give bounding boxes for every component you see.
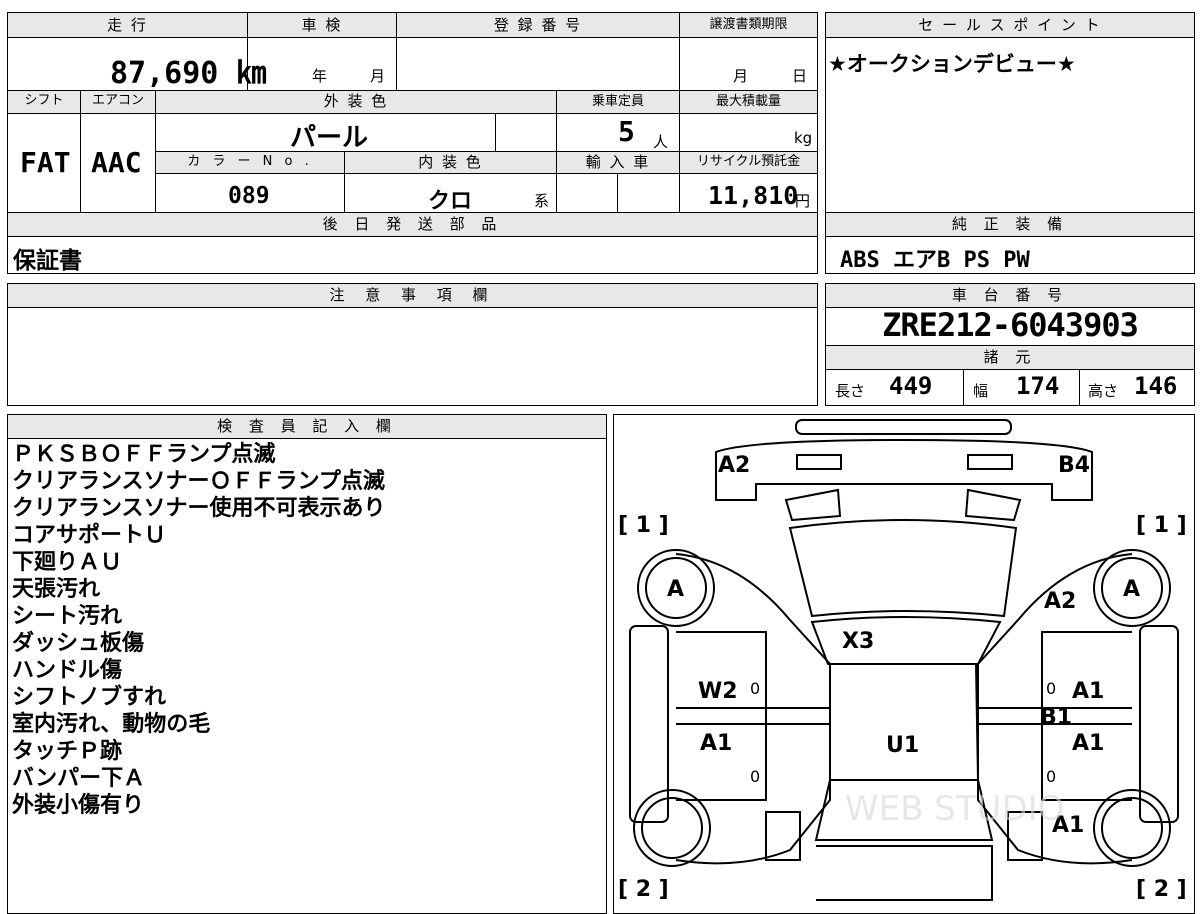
list-item: ダッシュ板傷 (12, 631, 145, 656)
equipment-label: 純 正 装 備 (951, 215, 1069, 233)
mark-roof: U1 (886, 733, 919, 758)
shift-label: シフト (24, 93, 64, 108)
length-value: 449 (889, 372, 933, 400)
inspection-month-unit: 月 (370, 67, 386, 85)
list-item: 外装小傷有り (12, 793, 145, 818)
list-item: バンパー下Ａ (12, 766, 146, 791)
length-label: 長さ (835, 382, 866, 400)
inspection-year-unit: 年 (312, 67, 328, 85)
capacity-value: 5 (618, 115, 635, 148)
sales-point-label: セ ー ル ス ポ イ ン ト (918, 16, 1102, 34)
color-no-label: カ ラ ー N o . (187, 154, 313, 169)
registration-label: 登 録 番 号 (493, 16, 583, 34)
mark-door-rear-left: A1 (700, 731, 732, 756)
height-label: 高さ (1088, 382, 1119, 400)
width-label: 幅 (973, 382, 989, 400)
later-parts-label: 後 日 発 送 部 品 (322, 215, 503, 233)
recycle-label: リサイクル預託金 (696, 154, 801, 169)
recycle-fee-value: 11,810 (708, 181, 799, 210)
mark-windshield: X3 (842, 629, 874, 654)
interior-color-value: クロ (428, 189, 473, 214)
list-item: 天張汚れ (12, 577, 101, 602)
mileage-label: 走 行 (107, 16, 148, 34)
list-item: タッチＰ跡 (12, 739, 123, 764)
list-item: 室内汚れ、動物の毛 (12, 712, 211, 737)
inspector-label: 検 査 員 記 入 欄 (217, 417, 397, 435)
max-load-unit: kg (794, 129, 813, 147)
transfer-day-unit: 日 (792, 67, 808, 85)
mark-wheel-front-right: A (1123, 577, 1140, 602)
exterior-color-label: 外 装 色 (323, 92, 389, 110)
import-label: 輸 入 車 (585, 153, 651, 171)
aircon-value: AAC (91, 146, 142, 179)
sales-point-value: ★オークションデビュー★ (828, 52, 1076, 76)
caution-label: 注 意 事 項 欄 (329, 286, 496, 304)
mark-front-right: B4 (1058, 453, 1090, 478)
mark-door-rear-right: A1 (1072, 731, 1104, 756)
recycle-unit: 円 (795, 192, 811, 210)
later-parts-value: 保証書 (13, 248, 82, 274)
height-value: 146 (1134, 372, 1178, 400)
bracket-front-right: [ 1 ] (1136, 513, 1187, 538)
inspector-notes-list: ＰＫＳＢＯＦＦランプ点滅 クリアランスソナーＯＦＦランプ点滅 クリアランスソナー… (12, 441, 386, 819)
count-door-front-right: 0 (1046, 679, 1056, 698)
chassis-label: 車 台 番 号 (951, 286, 1069, 304)
specs-label: 諸 元 (983, 348, 1037, 366)
interior-color-label: 内 装 色 (418, 153, 483, 171)
chassis-number: ZRE212-6043903 (882, 306, 1139, 344)
bracket-rear-left: [ 2 ] (618, 877, 669, 901)
list-item: ハンドル傷 (12, 658, 123, 683)
interior-color-suffix: 系 (534, 192, 550, 210)
car-diagram: [ 1 ] [ 1 ] [ 2 ] [ 2 ] A2 B4 A A A2 X3 … (618, 419, 1187, 901)
list-item: シート汚れ (12, 604, 123, 629)
count-door-front-left: 0 (750, 679, 760, 698)
color-no-value: 089 (228, 183, 270, 209)
capacity-unit: 人 (653, 133, 669, 151)
bracket-rear-right: [ 2 ] (1136, 877, 1187, 901)
transfer-month-unit: 月 (733, 67, 749, 85)
list-item: 下廻りＡＵ (12, 550, 123, 575)
shift-value: FAT (20, 146, 71, 179)
mark-pillar-right: B1 (1040, 705, 1072, 730)
transfer-deadline-label: 譲渡書類期限 (709, 17, 788, 32)
list-item: クリアランスソナーＯＦＦランプ点滅 (12, 469, 385, 494)
inspection-label: 車 検 (301, 16, 343, 34)
width-value: 174 (1016, 372, 1060, 400)
mark-door-front-right: A1 (1072, 679, 1104, 704)
mark-door-front-left: W2 (698, 679, 738, 704)
list-item: コアサポートＵ (12, 523, 167, 548)
list-item: シフトノブすれ (12, 685, 167, 710)
mark-fender-front-right: A2 (1044, 589, 1076, 614)
count-door-rear-right: 0 (1046, 767, 1056, 786)
list-item: クリアランスソナー使用不可表示あり (12, 496, 386, 521)
count-door-rear-left: 0 (750, 767, 760, 786)
watermark: WEB STUDIO (845, 789, 1064, 829)
exterior-color-value: パール (290, 123, 369, 153)
capacity-label: 乗車定員 (591, 94, 644, 109)
mark-wheel-front-left: A (667, 577, 684, 602)
aircon-label: エアコン (91, 93, 144, 108)
list-item: ＰＫＳＢＯＦＦランプ点滅 (12, 442, 276, 467)
mark-front-left: A2 (718, 453, 750, 478)
mileage-value: 87,690 ㎞ (110, 56, 267, 91)
max-load-label: 最大積載量 (715, 94, 781, 109)
equipment-value: ABS エアB PS PW (840, 248, 1030, 273)
bracket-front-left: [ 1 ] (618, 513, 669, 538)
